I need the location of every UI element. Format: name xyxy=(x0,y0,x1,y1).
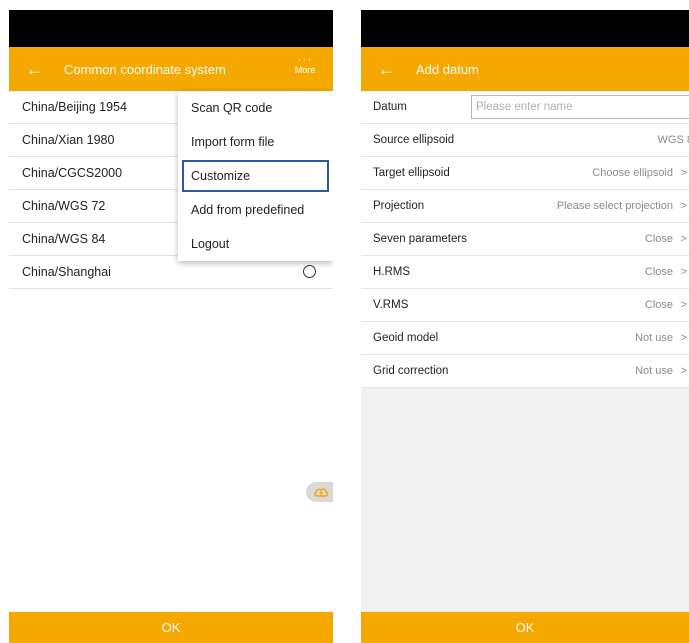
projection-value: Please select projection xyxy=(556,200,673,212)
status-bar xyxy=(9,10,333,47)
v-rms-row[interactable]: V.RMS Close > xyxy=(361,289,689,322)
back-arrow-icon[interactable]: ← xyxy=(26,61,52,78)
projection-label: Projection xyxy=(373,200,425,212)
ok-button[interactable]: OK xyxy=(361,612,689,643)
menu-item-add-predefined[interactable]: Add from predefined xyxy=(178,193,333,227)
app-bar: ← Common coordinate system ··· More xyxy=(9,47,333,91)
list-item-label: China/WGS 84 xyxy=(22,232,106,246)
more-label: More xyxy=(294,65,316,75)
more-dots-icon: ··· xyxy=(297,52,313,66)
chevron-right-icon: > xyxy=(680,200,687,212)
add-datum-screen: ← Add datum Datum Source ellipsoid WGS 8… xyxy=(361,10,689,643)
chevron-right-icon: > xyxy=(680,332,687,344)
datum-form: Datum Source ellipsoid WGS 8 Target elli… xyxy=(361,91,689,388)
geoid-model-label: Geoid model xyxy=(373,332,439,344)
status-bar xyxy=(361,10,689,47)
source-ellipsoid-label: Source ellipsoid xyxy=(373,134,455,146)
seven-parameters-value: Close xyxy=(644,233,673,245)
source-ellipsoid-value: WGS 8 xyxy=(657,134,689,146)
datum-row: Datum xyxy=(361,91,689,124)
v-rms-label: V.RMS xyxy=(373,299,409,311)
source-ellipsoid-row[interactable]: Source ellipsoid WGS 8 xyxy=(361,124,689,157)
grid-correction-row[interactable]: Grid correction Not use > xyxy=(361,355,689,388)
app-bar: ← Add datum xyxy=(361,47,689,91)
geoid-model-value: Not use xyxy=(635,332,673,344)
cloud-icon xyxy=(314,488,329,497)
list-item-label: China/Beijing 1954 xyxy=(22,100,127,114)
menu-item-customize[interactable]: Customize xyxy=(181,159,330,193)
projection-row[interactable]: Projection Please select projection > xyxy=(361,190,689,223)
chevron-right-icon: > xyxy=(680,167,687,179)
target-ellipsoid-label: Target ellipsoid xyxy=(373,167,450,179)
h-rms-value: Close xyxy=(644,266,673,278)
target-ellipsoid-value: Choose ellipsoid xyxy=(592,167,673,179)
geoid-model-row[interactable]: Geoid model Not use > xyxy=(361,322,689,355)
chevron-right-icon: > xyxy=(680,233,687,245)
menu-item-import-file[interactable]: Import form file xyxy=(178,125,333,159)
chevron-right-icon: > xyxy=(680,299,687,311)
list-item-label: China/Shanghai xyxy=(22,265,111,279)
chevron-right-icon: > xyxy=(680,365,687,377)
ok-button[interactable]: OK xyxy=(9,612,333,643)
back-arrow-icon[interactable]: ← xyxy=(378,61,404,78)
datum-label: Datum xyxy=(373,101,407,113)
chevron-right-icon: > xyxy=(680,266,687,278)
datum-name-input[interactable] xyxy=(471,95,689,119)
seven-parameters-row[interactable]: Seven parameters Close > xyxy=(361,223,689,256)
more-button[interactable]: ··· More xyxy=(289,52,321,76)
target-ellipsoid-row[interactable]: Target ellipsoid Choose ellipsoid > xyxy=(361,157,689,190)
page-title: Add datum xyxy=(416,61,479,77)
cloud-sync-button[interactable] xyxy=(306,482,333,502)
h-rms-label: H.RMS xyxy=(373,266,411,278)
menu-item-scan-qr[interactable]: Scan QR code xyxy=(178,91,333,125)
overflow-menu: Scan QR code Import form file Customize … xyxy=(178,91,333,261)
list-item-label: China/Xian 1980 xyxy=(22,133,115,147)
seven-parameters-label: Seven parameters xyxy=(373,233,467,245)
menu-item-logout[interactable]: Logout xyxy=(178,227,333,261)
v-rms-value: Close xyxy=(644,299,673,311)
h-rms-row[interactable]: H.RMS Close > xyxy=(361,256,689,289)
list-item-label: China/WGS 72 xyxy=(22,199,106,213)
grid-correction-value: Not use xyxy=(635,365,673,377)
grid-correction-label: Grid correction xyxy=(373,365,449,377)
radio-button[interactable] xyxy=(303,265,316,278)
page-title: Common coordinate system xyxy=(64,61,226,77)
list-item-label: China/CGCS2000 xyxy=(22,166,123,180)
coordinate-system-screen: ← Common coordinate system ··· More Chin… xyxy=(9,10,333,643)
